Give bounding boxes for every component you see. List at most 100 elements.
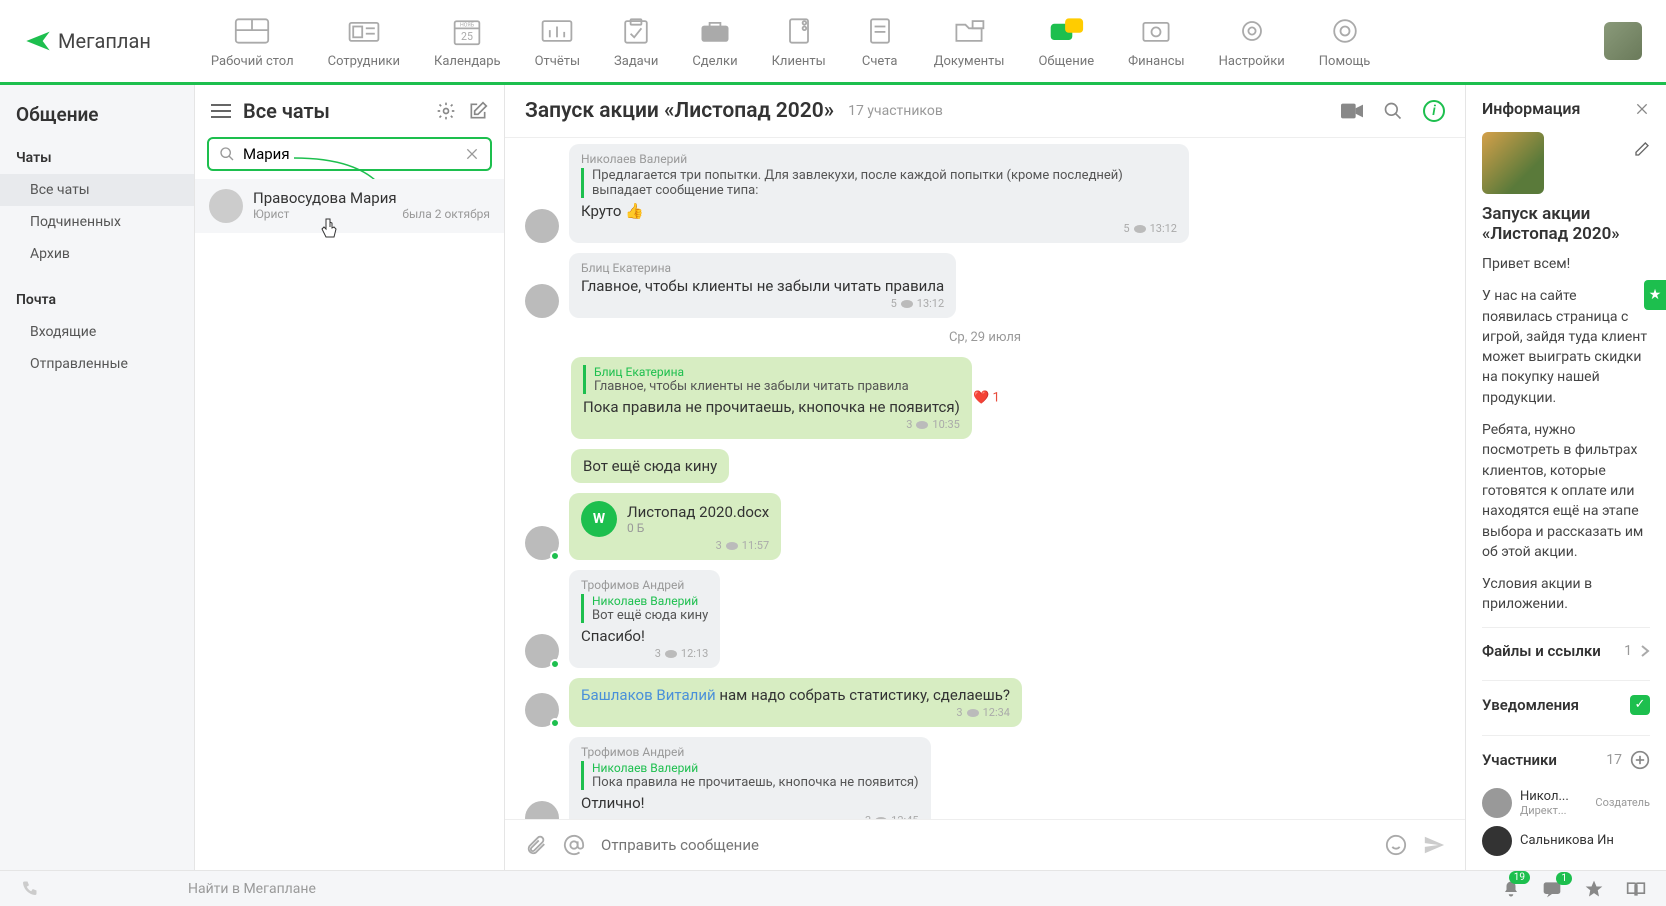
emoji-icon[interactable] [1385, 834, 1407, 856]
chat-list-panel: Все чаты Правосудова Мария Юрист была 2 о… [195, 85, 505, 870]
info-panel: Информация Запуск акции «Листопад 2020» … [1466, 85, 1666, 870]
result-meta: была 2 октября [402, 207, 490, 221]
sidebar-inbox[interactable]: Входящие [0, 316, 194, 348]
sidebar-subordinates[interactable]: Подчиненных [0, 206, 194, 238]
logo[interactable]: Мегаплан [24, 27, 151, 55]
sidebar-sent[interactable]: Отправленные [0, 348, 194, 380]
hamburger-icon[interactable] [211, 103, 231, 119]
message-bubble[interactable]: Вот ещё сюда кину [571, 449, 729, 483]
nav-tasks[interactable]: Задачи [614, 14, 658, 69]
nav-clients[interactable]: Клиенты [772, 14, 826, 69]
msg-avatar[interactable] [525, 284, 559, 318]
messages-area[interactable]: Николаев Валерий Предлагается три попытк… [505, 138, 1465, 819]
info-header: Информация [1482, 99, 1580, 118]
info-description: Привет всем! У нас на сайте появилась ст… [1482, 254, 1650, 615]
add-icon[interactable] [1630, 750, 1650, 770]
left-sidebar: Общение Чаты Все чаты Подчиненных Архив … [0, 85, 195, 870]
result-role: Юрист [253, 207, 289, 221]
compose-icon[interactable] [468, 101, 488, 121]
nav-employees[interactable]: Сотрудники [328, 14, 400, 69]
nav-calendar[interactable]: НОЯБ25Календарь [434, 14, 501, 69]
chat-search[interactable] [207, 137, 492, 171]
message-bubble[interactable]: Трофимов Андрей Николаев ВалерийВот ещё … [569, 570, 720, 668]
user-avatar[interactable] [1604, 22, 1642, 60]
nav-finance[interactable]: Финансы [1128, 14, 1185, 69]
nav-documents[interactable]: Документы [934, 14, 1005, 69]
sidebar-all-chats[interactable]: Все чаты [0, 174, 194, 206]
message-bubble[interactable]: Трофимов Андрей Николаев ВалерийПока пра… [569, 737, 931, 819]
nav-desktop[interactable]: Рабочий стол [211, 14, 294, 69]
msg-avatar[interactable] [525, 693, 559, 727]
file-icon: W [581, 501, 617, 537]
sidebar-archive[interactable]: Архив [0, 238, 194, 270]
close-icon[interactable] [1634, 101, 1650, 117]
search-input[interactable] [243, 145, 456, 163]
book-icon[interactable] [1626, 880, 1646, 898]
chat-title: Запуск акции «Листопад 2020» [525, 99, 834, 123]
result-name: Правосудова Мария [253, 189, 490, 207]
message-bubble[interactable]: Николаев Валерий Предлагается три попытк… [569, 144, 1189, 243]
gear-icon[interactable] [436, 101, 456, 121]
participant-avatar [1482, 826, 1512, 856]
result-avatar [209, 189, 243, 223]
clear-icon[interactable] [464, 146, 480, 162]
sidebar-title: Общение [0, 103, 194, 142]
bell-icon[interactable]: 19 [1502, 879, 1520, 899]
message-file-bubble[interactable]: W Листопад 2020.docx0 Б 311:57 [569, 493, 781, 560]
message-bubble[interactable]: Блиц ЕкатеринаГлавное, чтобы клиенты не … [571, 357, 972, 439]
svg-text:НОЯБ: НОЯБ [460, 22, 475, 28]
nav-help[interactable]: Помощь [1319, 14, 1371, 69]
search-result-row[interactable]: Правосудова Мария Юрист была 2 октября [195, 179, 504, 233]
msg-avatar[interactable] [525, 209, 559, 243]
section-chats: Чаты [0, 142, 194, 174]
msg-avatar[interactable] [525, 634, 559, 668]
favorite-tab[interactable]: ★ [1644, 280, 1666, 310]
chat-thumbnail[interactable] [1482, 132, 1544, 194]
search-chat-icon[interactable] [1383, 101, 1403, 121]
info-icon[interactable]: i [1423, 100, 1445, 122]
nav-invoices[interactable]: Счета [860, 14, 900, 69]
chevron-right-icon [1640, 644, 1650, 658]
star-icon[interactable] [1584, 879, 1604, 899]
message-bubble[interactable]: Блиц Екатерина Главное, чтобы клиенты не… [569, 253, 956, 318]
bottom-bar: Найти в Мегаплане 19 1 [0, 870, 1666, 906]
send-icon[interactable] [1423, 834, 1445, 856]
message-composer [505, 819, 1465, 870]
topbar: Мегаплан Рабочий стол Сотрудники НОЯБ25К… [0, 0, 1666, 85]
main-nav: Рабочий стол Сотрудники НОЯБ25Календарь … [211, 14, 1370, 69]
participant-row[interactable]: Сальникова Ин [1482, 822, 1650, 860]
section-mail: Почта [0, 284, 194, 316]
nav-deals[interactable]: Сделки [692, 14, 737, 69]
search-icon [219, 146, 235, 162]
cursor-icon [320, 217, 338, 239]
chat-badge-icon[interactable]: 1 [1542, 880, 1562, 898]
chat-header: Запуск акции «Листопад 2020» 17 участник… [505, 85, 1465, 138]
participant-avatar [1482, 788, 1512, 818]
participant-row[interactable]: Никол...Директ... Создатель [1482, 784, 1650, 822]
chat-list-title: Все чаты [243, 99, 424, 123]
notif-checkbox[interactable]: ✓ [1630, 695, 1650, 715]
nav-reports[interactable]: Отчёты [535, 14, 580, 69]
files-section[interactable]: Файлы и ссылки1 [1482, 627, 1650, 674]
notifications-section[interactable]: Уведомления ✓ [1482, 680, 1650, 729]
message-input[interactable] [601, 836, 1369, 854]
global-search[interactable]: Найти в Мегаплане [188, 881, 316, 897]
nav-chat[interactable]: Общение [1038, 14, 1094, 69]
chat-panel: Запуск акции «Листопад 2020» 17 участник… [505, 85, 1466, 870]
edit-icon[interactable] [1634, 141, 1650, 157]
message-bubble[interactable]: Башлаков Виталий нам надо собрать статис… [569, 678, 1022, 727]
date-separator: Ср, 29 июля [525, 330, 1445, 345]
chat-participants[interactable]: 17 участников [848, 103, 943, 119]
video-icon[interactable] [1341, 103, 1363, 119]
nav-settings[interactable]: Настройки [1219, 14, 1285, 69]
reaction[interactable]: ❤️ 1 [973, 391, 1000, 406]
phone-icon[interactable] [20, 880, 38, 898]
info-title: Запуск акции «Листопад 2020» [1482, 204, 1650, 244]
msg-avatar[interactable] [525, 801, 559, 819]
attach-icon[interactable] [525, 834, 547, 856]
msg-avatar[interactable] [525, 526, 559, 560]
mention-link[interactable]: Башлаков Виталий [581, 686, 716, 704]
svg-text:25: 25 [461, 29, 473, 42]
mention-icon[interactable] [563, 834, 585, 856]
participants-section[interactable]: Участники17 [1482, 735, 1650, 784]
